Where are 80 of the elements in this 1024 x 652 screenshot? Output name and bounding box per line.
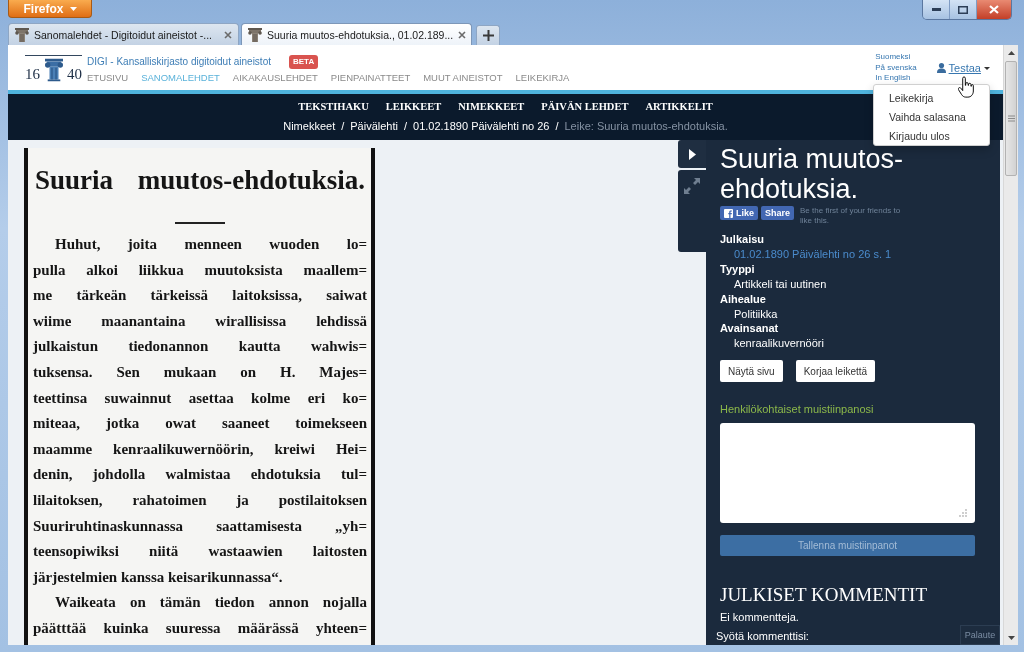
field-value: kenraalikuvernööri (733, 336, 824, 352)
user-icon (936, 63, 946, 73)
main-nav-link[interactable]: NIMEKKEET (458, 100, 525, 112)
maximize-button[interactable] (950, 0, 977, 19)
close-icon[interactable] (458, 30, 467, 39)
action-button[interactable]: Näytä sivu (720, 360, 783, 383)
browser-tab[interactable]: Sanomalehdet - Digitoidut aineistot -... (8, 23, 239, 45)
feedback-button[interactable]: Palaute (960, 625, 1000, 645)
article-headline: Suuria muutos-ehdotuksia. (34, 164, 366, 197)
language-link[interactable]: Suomeksi (875, 52, 917, 63)
pillar-icon (248, 27, 262, 42)
nav-link[interactable]: ETUSIVU (87, 72, 129, 83)
browser-tab[interactable]: Suuria muutos-ehdotuksia., 01.02.189... (241, 23, 472, 45)
close-button[interactable] (977, 0, 1011, 19)
share-button[interactable]: Share (761, 206, 795, 220)
main-nav-link[interactable]: PÄIVÄN LEHDET (541, 100, 629, 112)
menu-item[interactable]: Kirjaudu ulos (889, 127, 950, 146)
article-title: Suuria muutos-ehdotuksia. (720, 144, 905, 204)
site-logo[interactable]: 16 40 (25, 55, 82, 82)
main-nav-link[interactable]: TEKSTIHAKU (298, 100, 369, 112)
site-title-link[interactable]: DIGI - Kansalliskirjasto digitoidut aineistot (87, 56, 271, 67)
grip-icon (1007, 115, 1015, 122)
close-icon (989, 5, 999, 14)
logo-icon (724, 208, 733, 218)
like-button[interactable]: Like (720, 206, 758, 220)
breadcrumb-separator: / (403, 119, 408, 132)
beta-badge: BETA (289, 54, 319, 69)
up-arrow-icon (1007, 50, 1015, 55)
article-paragraph: Waikeata on tämän tiedon annon nojalla päätttää kuinka suuressa määrässä yhteen= (33, 593, 367, 638)
caret-right-icon (688, 148, 696, 160)
action-button[interactable]: Korjaa leikettä (795, 360, 876, 383)
field-label: Julkaisu (720, 232, 765, 247)
language-link[interactable]: In English (875, 73, 917, 84)
maximize-icon (958, 5, 968, 14)
new-tab-button[interactable] (476, 25, 500, 45)
down-arrow-icon (1007, 635, 1015, 640)
minimize-icon (931, 8, 941, 11)
save-notes-button[interactable]: Tallenna muistiinpanot (720, 535, 975, 557)
social-note: Be the first of your friends to like this. (800, 206, 902, 226)
field-value: Artikkeli tai uutinen (733, 276, 827, 292)
pillar-icon (44, 58, 63, 82)
user-menu-link[interactable]: Testaa (936, 62, 990, 74)
scrollbar-thumb[interactable] (1005, 61, 1017, 176)
breadcrumb-link[interactable]: 01.02.1890 Päivälehti no 26 (413, 119, 550, 132)
expand-icon (684, 178, 700, 194)
field-label: Avainsanat (720, 321, 779, 337)
nav-link[interactable]: MUUT AINEISTOT (423, 72, 503, 83)
minimize-button[interactable] (923, 0, 950, 19)
breadcrumb-link[interactable]: Nimekkeet (283, 119, 336, 132)
collapse-panel-button[interactable] (678, 140, 706, 168)
breadcrumb-link[interactable]: Päivälehti (350, 119, 398, 132)
close-icon[interactable] (224, 30, 232, 39)
comments-heading: JULKISET KOMMENTIT (720, 584, 929, 607)
field-value: Politiikka (733, 306, 778, 322)
expand-button[interactable] (678, 170, 706, 252)
caret-icon (984, 66, 990, 70)
logo-text: 40 (67, 66, 82, 82)
no-comments-text: Ei kommentteja. (720, 610, 800, 625)
field-label: Aihealue (720, 291, 766, 307)
breadcrumb-separator: / (555, 119, 559, 132)
breadcrumb-separator: / (341, 119, 345, 132)
plus-icon (482, 30, 494, 41)
logo-text: 16 (25, 66, 40, 82)
main-nav-link[interactable]: LEIKKEET (385, 100, 442, 112)
field-label: Tyyppi (720, 261, 755, 277)
menu-item[interactable]: Leikekirja (889, 89, 934, 108)
nav-link[interactable]: LEIKEKIRJA (515, 72, 570, 83)
resize-grip-icon[interactable] (959, 509, 967, 518)
notes-label: Henkilökohtaiset muistiinpanosi (720, 402, 875, 417)
language-link[interactable]: På svenska (875, 62, 917, 73)
main-nav-link[interactable]: ARTIKKELIT (645, 100, 713, 112)
nav-link[interactable]: AIKAKAUSLEHDET (232, 72, 318, 83)
notes-field[interactable] (720, 423, 975, 524)
nav-link[interactable]: PIENPAINATTEET (330, 72, 411, 83)
pillar-icon (15, 27, 29, 42)
article-paragraph: Huhut, joita menneen wuoden lo= pulla alkoi liikkua muutoksista maallem= me tärkeän tärkeissä laitoksissa, saiwat wiime maanantaina wirallisissa lehdissä julkaistun tiedonannon kautta wahwis= tuksensa. Sen mukaan on H. Majes= teettinsa suwainnut asettaa kolme eri ko= miteaa, jotka owat saaneet toimekseen maamme kenraalikuwernöörin, kreiwi Hei= denin, johdolla walmistaa ehdotuksia tul= lilaitoksen, rahatoimen ja postilaitoksen Suuriruhtinaskunnassa saattamisesta „yh= teensopiwiksi niitä wastaawien laitosten järjestelmien kanssa keisarikunnassa“. (33, 235, 367, 587)
field-link[interactable]: 01.02.1890 Päivälehti no 26 s. 1 (720, 246, 892, 262)
menu-item[interactable]: Vaihda salasana (889, 108, 966, 127)
breadcrumb-current: Leike: Suuria muutos-ehdotuksia. (564, 119, 728, 132)
caret-icon (69, 6, 77, 11)
